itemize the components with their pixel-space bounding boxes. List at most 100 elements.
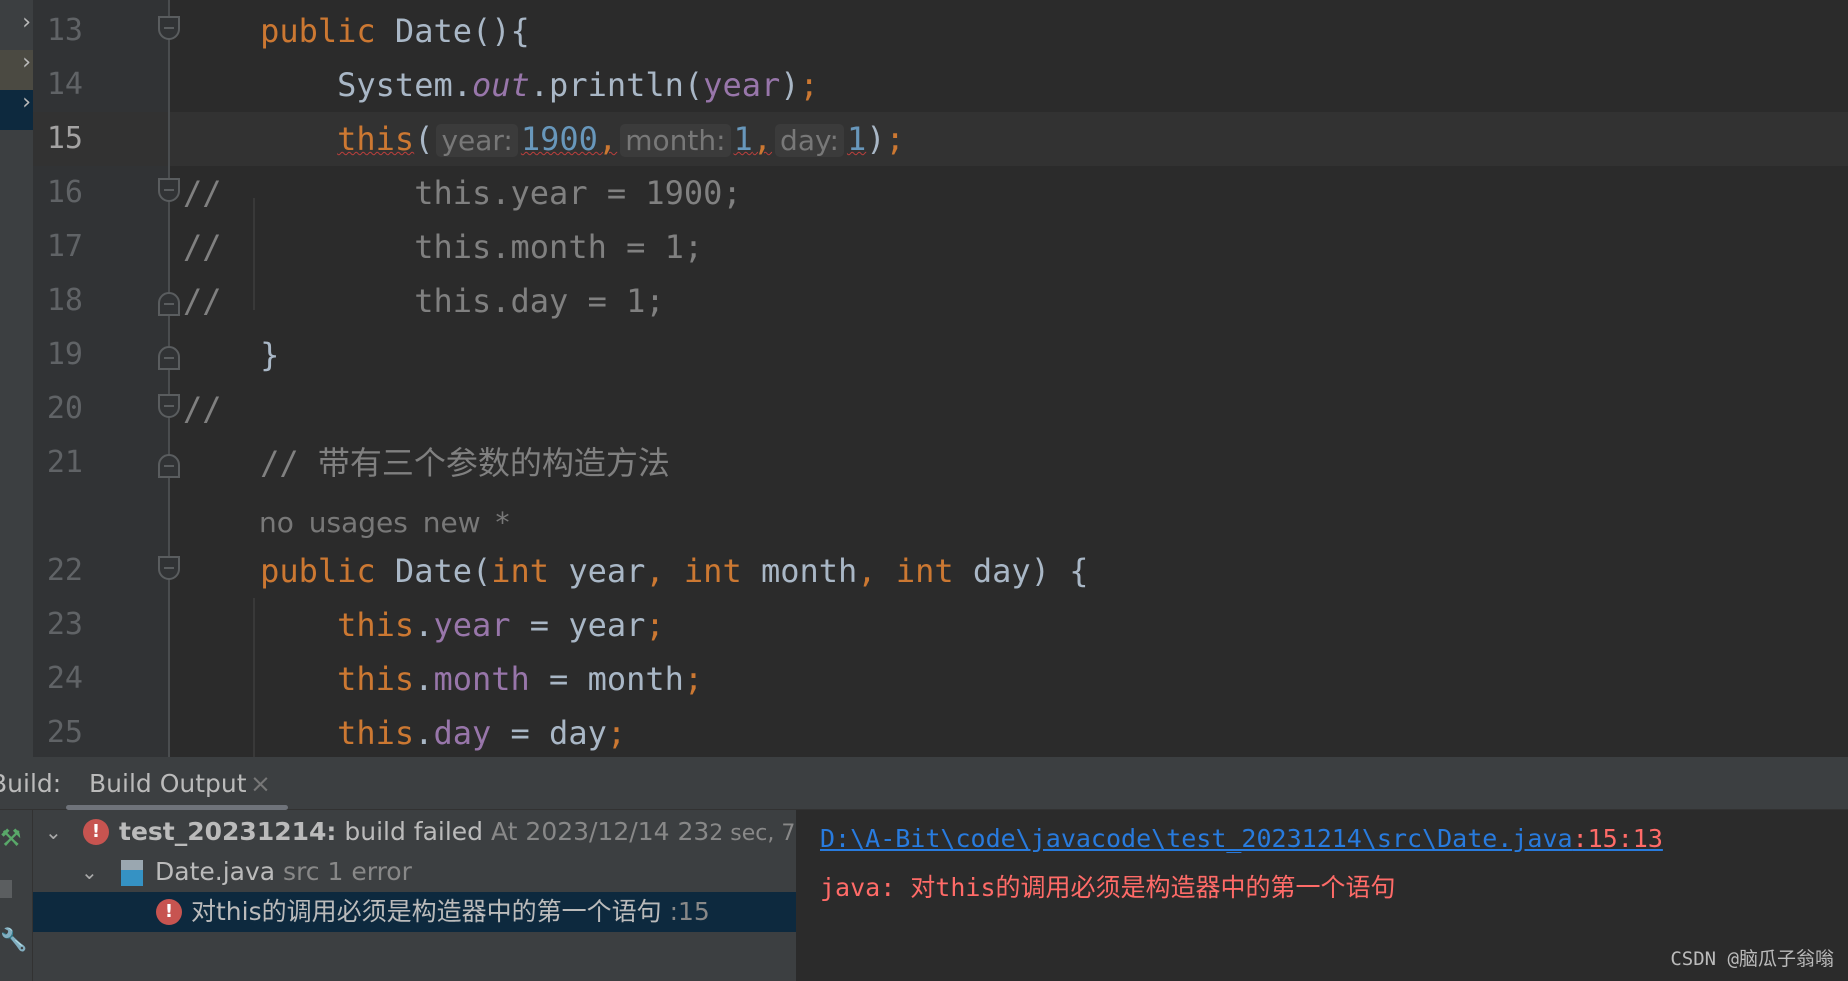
code-token: day) {: [972, 552, 1089, 590]
fold-guide: [168, 0, 170, 757]
code-line[interactable]: this.month = month;: [183, 652, 703, 706]
code-token: ): [866, 120, 886, 158]
code-token: .: [414, 606, 434, 644]
code-line[interactable]: // this.year = 1900;: [183, 166, 742, 220]
fold-marker-icon[interactable]: [158, 454, 180, 478]
code-token: //: [183, 390, 222, 428]
code-line[interactable]: // this.day = 1;: [183, 274, 665, 328]
code-token: public: [260, 12, 395, 50]
build-side-toolbar: ⚒ 🔧: [0, 810, 33, 981]
watermark: CSDN @脑瓜子翁嗡: [1670, 948, 1834, 970]
line-number[interactable]: 23: [33, 598, 83, 652]
build-status: build failed: [344, 817, 484, 846]
close-tab-icon[interactable]: ×: [250, 769, 271, 798]
code-token: int: [491, 552, 569, 590]
chevron-down-icon[interactable]: ⌄: [81, 852, 98, 892]
java-file-icon: [121, 860, 143, 886]
code-token: Date(: [394, 552, 492, 590]
code-token: year: [703, 66, 781, 104]
fold-marker-icon[interactable]: [158, 292, 180, 316]
code-token: ;: [683, 660, 704, 698]
fold-marker-icon[interactable]: [158, 556, 180, 580]
line-number[interactable]: 14: [33, 58, 83, 112]
code-token: month: [760, 552, 858, 590]
code-token: System.: [183, 66, 472, 104]
code-token: .: [414, 714, 434, 752]
line-number[interactable]: 17: [33, 220, 83, 274]
rebuild-hammer-icon[interactable]: ⚒: [0, 824, 22, 852]
code-line[interactable]: }: [183, 328, 279, 382]
code-token: this: [337, 120, 415, 158]
line-number[interactable]: 18: [33, 274, 83, 328]
fold-marker-icon[interactable]: [158, 346, 180, 370]
code-token: ;: [606, 714, 627, 752]
code-token: this: [337, 660, 415, 698]
error-line: :15: [669, 897, 710, 926]
fold-marker-icon[interactable]: [158, 394, 180, 418]
build-output-console: D:\A-Bit\code\javacode\test_20231214\src…: [796, 810, 1848, 981]
code-line[interactable]: this.year = year;: [183, 598, 665, 652]
chevron-down-icon[interactable]: ⌄: [45, 812, 62, 852]
code-token: ,: [597, 120, 618, 158]
code-token: // 带有三个参数的构造方法: [183, 444, 670, 482]
line-number[interactable]: 15: [33, 112, 83, 166]
code-line[interactable]: public Date(int year, int month, int day…: [183, 544, 1088, 598]
structure-arrow-icon[interactable]: ›: [0, 90, 33, 130]
code-token: // this.day = 1;: [183, 282, 665, 320]
line-number[interactable]: 25: [33, 706, 83, 760]
fold-marker-icon[interactable]: [158, 178, 180, 202]
structure-arrow-icon[interactable]: ›: [0, 50, 33, 90]
code-line[interactable]: System.out.println(year);: [183, 58, 819, 112]
tree-item-project[interactable]: ⌄ ! test_20231214: build failed At 2023/…: [33, 812, 863, 852]
error-position: :15:13: [1572, 824, 1663, 853]
code-token: }: [183, 336, 280, 374]
error-file-link[interactable]: D:\A-Bit\code\javacode\test_20231214\src…: [820, 824, 1663, 853]
error-text: 对this的调用必须是构造器中的第一个语句: [191, 897, 662, 926]
code-line[interactable]: this.day = day;: [183, 706, 626, 760]
tab-build-output[interactable]: Build Output: [89, 769, 247, 798]
left-tool-strip: › › ›: [0, 0, 33, 757]
code-token: ,: [752, 120, 773, 158]
code-token: year: [433, 606, 511, 644]
code-token: .println(: [529, 66, 704, 104]
code-token: .: [414, 660, 434, 698]
code-line[interactable]: this(year: 1900, month: 1, day: 1);: [183, 112, 905, 168]
line-number[interactable]: 19: [33, 328, 83, 382]
line-number[interactable]: 22: [33, 544, 83, 598]
line-number[interactable]: 20: [33, 382, 83, 436]
code-token: , int: [645, 552, 761, 590]
line-number[interactable]: 16: [33, 166, 83, 220]
file-path[interactable]: D:\A-Bit\code\javacode\test_20231214\src…: [820, 824, 1573, 853]
code-token: month: [433, 660, 530, 698]
code-line[interactable]: // 带有三个参数的构造方法: [183, 436, 670, 490]
code-line[interactable]: // this.month = 1;: [183, 220, 703, 274]
build-label: Build:: [0, 769, 62, 798]
code-line[interactable]: //: [183, 382, 222, 436]
code-token: out: [471, 66, 530, 104]
tree-item-file[interactable]: ⌄ Date.java src 1 error: [33, 852, 796, 892]
code-token: ): [780, 66, 800, 104]
line-number[interactable]: 13: [33, 4, 83, 58]
wrench-icon[interactable]: 🔧: [0, 928, 27, 953]
structure-arrow-icon[interactable]: ›: [0, 10, 33, 50]
fold-marker-icon[interactable]: [158, 16, 180, 40]
project-name: test_20231214:: [119, 817, 337, 846]
build-tool-window: Build: Build Output × ⚒ 🔧 ⌄ ! test_20231…: [0, 757, 1848, 981]
code-token: ;: [885, 120, 905, 158]
inlay-usages-hint[interactable]: no usages new *: [259, 496, 510, 550]
stop-icon[interactable]: [0, 880, 12, 898]
parameter-hint: month:: [620, 124, 731, 157]
code-token: 1: [733, 120, 753, 158]
line-number[interactable]: 24: [33, 652, 83, 706]
code-token: year: [568, 552, 646, 590]
error-icon: !: [156, 899, 182, 925]
code-token: ;: [799, 66, 819, 104]
tree-item-error[interactable]: ! 对this的调用必须是构造器中的第一个语句 :15: [33, 892, 796, 932]
line-number[interactable]: 21: [33, 436, 83, 490]
parameter-hint: year:: [436, 124, 518, 157]
code-line[interactable]: public Date(){: [183, 4, 530, 58]
